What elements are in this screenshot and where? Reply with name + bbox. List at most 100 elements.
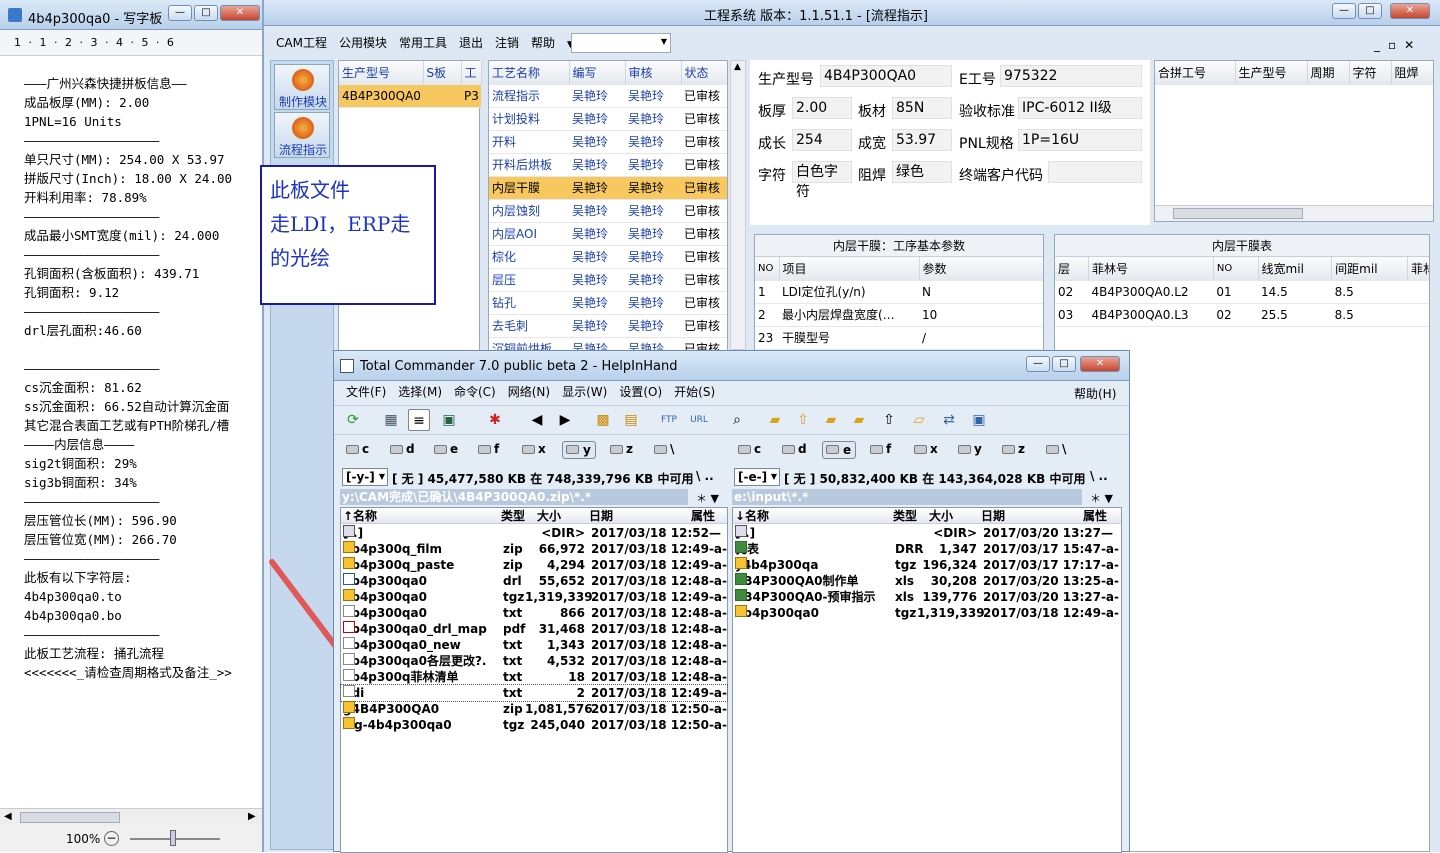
table-row[interactable]: 开料 吴艳玲 吴艳玲 已审核 (489, 130, 727, 154)
list-item[interactable]: [..] <DIR> 2017/03/18 12:52— (341, 525, 727, 541)
col-layer[interactable]: 层 (1055, 257, 1089, 281)
pack-icon[interactable]: ▩ (592, 409, 614, 431)
right-root-button[interactable]: \ .. (1090, 469, 1108, 483)
wordpad-minimize-button[interactable]: — (168, 5, 192, 21)
right-col-attr[interactable]: 属性 (1083, 508, 1107, 524)
right-drive-select[interactable]: [-e-] ▼ (734, 468, 780, 486)
tc-menu-start[interactable]: 开始(S) (668, 382, 721, 402)
right-col-date[interactable]: 日期 (981, 508, 1005, 524)
col-model[interactable]: 生产型号 (339, 61, 424, 85)
url-icon[interactable]: URL (688, 409, 710, 431)
table-row[interactable]: 棕化 吴艳玲 吴艳玲 已审核 (489, 245, 727, 269)
sync-icon[interactable]: ⇄ (938, 409, 960, 431)
list-item[interactable]: 4B4P300QA0-预审指示 xls 139,776 2017/03/20 13:2… (733, 589, 1121, 605)
left-col-name[interactable]: ↑名称 (343, 508, 377, 524)
list-item[interactable]: 4b4p300qa0各层更改?. txt 4,532 2017/03/18 12:48… (341, 653, 727, 669)
tc-menu-view[interactable]: 显示(W) (556, 382, 613, 402)
scroll-left-arrow-icon[interactable]: ◀ (4, 811, 12, 822)
table-row[interactable]: 4B4P300QA0 P3 (339, 84, 481, 108)
table-row[interactable]: 02 4B4P300QA0.L2 01 14.5 8.5 (1055, 280, 1429, 304)
table-row[interactable]: 内层干膜 吴艳玲 吴艳玲 已审核 (489, 176, 727, 200)
col-line-width[interactable]: 线宽mil (1258, 257, 1333, 281)
col-reviewer[interactable]: 审核 (625, 61, 682, 85)
field-e-number[interactable]: 975322 (1000, 65, 1142, 87)
table-row[interactable]: 层压 吴艳玲 吴艳玲 已审核 (489, 268, 727, 292)
table-row[interactable]: 计划投料 吴艳玲 吴艳玲 已审核 (489, 107, 727, 131)
list-item[interactable]: [..] <DIR> 2017/03/20 13:27— (733, 525, 1121, 541)
table-row[interactable]: 钻孔 吴艳玲 吴艳玲 已审核 (489, 291, 727, 315)
list-item[interactable]: 4b4p300qa0 tgz 1,319,339 2017/03/18 12:49-a… (733, 605, 1121, 621)
right-col-name[interactable]: ↓名称 (735, 508, 769, 524)
tc-menu-help[interactable]: 帮助(H) (1074, 385, 1116, 402)
table-row[interactable]: 内层蚀刻 吴艳玲 吴艳玲 已审核 (489, 199, 727, 223)
left-history-button[interactable]: ＊ ▼ (696, 490, 719, 506)
col-item[interactable]: 项目 (779, 257, 920, 281)
col-merge-cycle[interactable]: 周期 (1307, 61, 1350, 85)
field-model[interactable]: 4B4P300QA0 (820, 65, 952, 87)
tc-menu-file[interactable]: 文件(F) (340, 382, 392, 402)
col-film-seq[interactable]: NO (1213, 257, 1259, 281)
tc-maximize-button[interactable]: □ (1052, 356, 1076, 372)
wordpad-maximize-button[interactable]: □ (194, 5, 218, 21)
merge-hscrollbar[interactable] (1155, 205, 1433, 221)
ftp-icon[interactable]: FTP (658, 409, 680, 431)
zoom-slider-thumb[interactable] (170, 830, 176, 846)
list-item[interactable]: 4b4p300qa0 txt 866 2017/03/18 12:48-a- (341, 605, 727, 621)
tc-menu-network[interactable]: 网络(N) (502, 382, 556, 402)
table-row[interactable]: 23 干膜型号 / (755, 326, 1043, 350)
tc-titlebar[interactable]: Total Commander 7.0 public beta 2 - Help… (334, 351, 1129, 381)
list-item[interactable]: g4B4P300QA0 zip 1,081,576 2017/03/18 12:50-… (341, 701, 727, 717)
left-file-list[interactable]: ↑名称 类型 大小 日期 属性 [..] <DIR> 2017/03/18 12:5… (340, 507, 728, 853)
table-row[interactable]: 1 LDI定位孔(y/n) N (755, 280, 1043, 304)
copy-folder-icon[interactable]: ▰ (848, 409, 870, 431)
new-folder-icon[interactable]: ▰ (820, 409, 842, 431)
mdi-controls[interactable]: _▫✕ (1374, 38, 1422, 52)
col-author[interactable]: 编写 (569, 61, 626, 85)
right-col-size[interactable]: 大小 (929, 508, 953, 524)
wordpad-titlebar[interactable]: 4b4p300qa0 - 写字板 — □ ✕ (0, 0, 262, 30)
left-col-attr[interactable]: 属性 (691, 508, 715, 524)
table-row[interactable]: 去毛刺 吴艳玲 吴艳玲 已审核 (489, 314, 727, 338)
wordpad-document[interactable]: ———广州兴森快捷拼板信息—— 成品板厚(MM): 2.00 1PNL=16 Uni… (24, 74, 262, 684)
field-char[interactable]: 白色字符 (792, 161, 852, 200)
zoom-out-button[interactable]: − (104, 831, 119, 846)
make-module-button[interactable]: 制作模块 (274, 64, 330, 110)
field-material[interactable]: 85N (892, 97, 952, 119)
list-item[interactable]: 4b4p300q_paste zip 4,294 2017/03/18 12:49-a… (341, 557, 727, 573)
table-row[interactable]: 03 4B4P300QA0.L3 02 25.5 8.5 (1055, 303, 1429, 327)
col-status[interactable]: 状态 (681, 61, 727, 85)
field-customer-code[interactable] (1048, 161, 1142, 183)
right-file-list[interactable]: ↓名称 类型 大小 日期 属性 [..] <DIR> 2017/03/20 13:2… (732, 507, 1122, 853)
scroll-up-arrow-icon[interactable]: ▲ (734, 62, 741, 72)
menu-tools[interactable]: 常用工具 (393, 33, 453, 53)
list-item[interactable]: y4b4p300qa tgz 196,324 2017/03/17 17:17-a- (733, 557, 1121, 573)
list-item[interactable]: wg-4b4p300qa0 tgz 245,040 2017/03/18 12:50-… (341, 717, 727, 733)
field-width[interactable]: 53.97 (892, 129, 952, 151)
left-col-type[interactable]: 类型 (501, 508, 525, 524)
field-pnl[interactable]: 1P=16U (1018, 129, 1142, 151)
tc-minimize-button[interactable]: — (1026, 356, 1050, 372)
compare-icon[interactable]: ▣ (968, 409, 990, 431)
up-icon[interactable]: ⇧ (878, 409, 900, 431)
list-item[interactable]: 4b4p300qa0_drl_map pdf 31,468 2017/03/18 12… (341, 621, 727, 637)
list-item[interactable]: 4b4p300qa0 tgz 1,319,339 2017/03/18 12:49-a… (341, 589, 727, 605)
table-row[interactable]: 2 最小内层焊盘宽度(… 10 (755, 303, 1043, 327)
col-film-no[interactable]: 菲林号 (1088, 257, 1214, 281)
eng-maximize-button[interactable]: □ (1358, 3, 1382, 19)
merge-scroll-thumb[interactable] (1173, 208, 1303, 219)
list-item[interactable]: ddi txt 2 2017/03/18 12:49-a- (340, 684, 728, 702)
back-icon[interactable]: ◀ (526, 409, 548, 431)
process-scrollbar[interactable]: ▲ (730, 60, 746, 350)
tc-close-button[interactable]: ✕ (1080, 356, 1120, 372)
details-view-icon[interactable]: ≡ (408, 409, 430, 431)
col-param[interactable]: 参数 (919, 257, 1043, 281)
table-row[interactable]: 开料后烘板 吴艳玲 吴艳玲 已审核 (489, 153, 727, 177)
eng-minimize-button[interactable]: — (1332, 3, 1356, 19)
flow-guide-button[interactable]: 流程指示 (274, 112, 330, 158)
col-merge-no[interactable]: 合拼工号 (1155, 61, 1236, 85)
list-item[interactable]: 孔表 DRR 1,347 2017/03/17 15:47-a- (733, 541, 1121, 557)
eng-close-button[interactable]: ✕ (1390, 3, 1430, 19)
parent-folder-icon[interactable]: ⇧ (792, 409, 814, 431)
find-icon[interactable]: ⌕ (726, 409, 748, 431)
table-row[interactable]: 流程指示 吴艳玲 吴艳玲 已审核 (489, 84, 727, 108)
